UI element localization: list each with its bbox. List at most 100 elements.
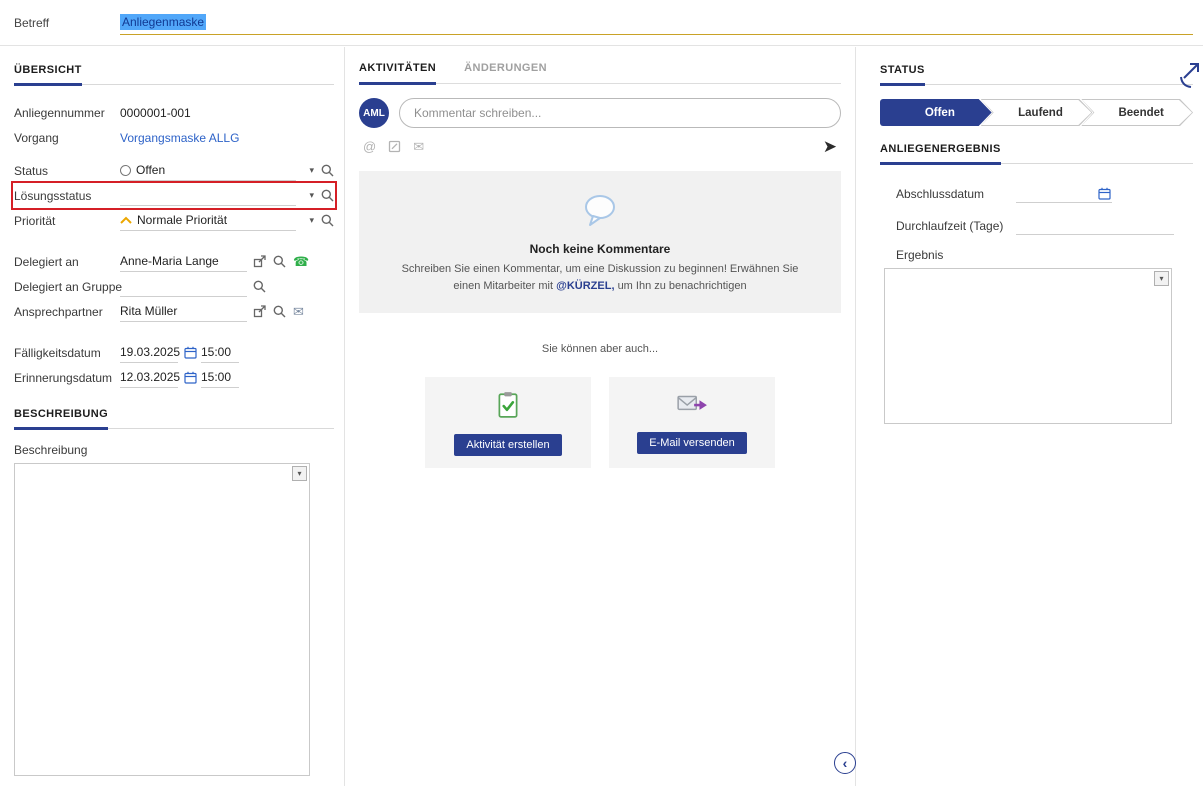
- open-record-icon[interactable]: [253, 255, 266, 268]
- search-icon[interactable]: [321, 164, 334, 177]
- chevron-down-icon[interactable]: ▾: [309, 166, 314, 175]
- delegiert-an-gruppe-controls: [253, 280, 266, 293]
- status-field[interactable]: Offen: [120, 160, 296, 181]
- anliegennummer-label: Anliegennummer: [14, 106, 120, 120]
- vorgang-label: Vorgang: [14, 131, 120, 145]
- mention-kuerzel: @KÜRZEL,: [556, 280, 614, 292]
- vorgang-link[interactable]: Vorgangsmaske ALLG: [120, 127, 239, 148]
- field-row-delegiert-an: Delegiert an Anne-Maria Lange ☎: [14, 250, 334, 273]
- search-icon[interactable]: [253, 280, 266, 293]
- dropdown-button[interactable]: ▾: [292, 466, 307, 481]
- phone-icon[interactable]: ☎: [293, 255, 309, 268]
- open-record-icon[interactable]: [253, 305, 266, 318]
- faelligkeitsdatum-calendar: [184, 346, 197, 359]
- overview-title: ÜBERSICHT: [14, 65, 82, 86]
- erinnerungsdatum-time[interactable]: 15:00: [201, 367, 239, 388]
- field-row-erinnerungsdatum: Erinnerungsdatum 12.03.2025 15:00: [14, 366, 334, 389]
- avatar: AML: [359, 98, 389, 128]
- search-icon[interactable]: [321, 214, 334, 227]
- field-row-prioritaet: Priorität Normale Priorität ▾: [14, 209, 334, 232]
- field-row-abschlussdatum: Abschlussdatum: [896, 184, 1193, 203]
- erinnerungsdatum-date[interactable]: 12.03.2025: [120, 367, 178, 388]
- tab-aenderungen[interactable]: ÄNDERUNGEN: [464, 63, 547, 83]
- send-email-card: E-Mail versenden: [609, 377, 775, 468]
- delegiert-an-gruppe-label: Delegiert an Gruppe: [14, 280, 120, 294]
- calendar-icon[interactable]: [184, 346, 197, 359]
- no-comments-text: Schreiben Sie einen Kommentar, um eine D…: [389, 261, 811, 295]
- status-label: Status: [14, 164, 120, 178]
- also-text: Sie können aber auch...: [359, 343, 841, 355]
- chevron-down-icon[interactable]: ▾: [309, 216, 314, 225]
- loesungsstatus-controls: ▾: [309, 189, 334, 202]
- subject-label: Betreff: [14, 16, 120, 30]
- overview-panel: ÜBERSICHT Anliegennummer 0000001-001 Vor…: [14, 47, 334, 786]
- search-icon[interactable]: [273, 305, 286, 318]
- comment-composer: AML: [359, 98, 841, 128]
- faelligkeitsdatum-label: Fälligkeitsdatum: [14, 346, 120, 360]
- field-row-ansprechpartner: Ansprechpartner Rita Müller ✉: [14, 300, 334, 323]
- result-fields: Abschlussdatum Durchlaufzeit (Tage): [880, 184, 1193, 235]
- prioritaet-field[interactable]: Normale Priorität: [120, 210, 296, 231]
- status-header: STATUS: [880, 63, 1193, 85]
- description-textarea[interactable]: ▾: [14, 463, 310, 776]
- no-comments-text-after: um Ihn zu benachrichtigen: [618, 280, 747, 292]
- delegiert-an-gruppe-field[interactable]: [120, 276, 247, 297]
- description-header: BESCHREIBUNG: [14, 407, 334, 429]
- mention-icon[interactable]: @: [363, 139, 376, 154]
- faelligkeitsdatum-time[interactable]: 15:00: [201, 342, 239, 363]
- status-value: Offen: [136, 163, 165, 177]
- tab-aktivitaeten[interactable]: AKTIVITÄTEN: [359, 63, 436, 85]
- delegiert-an-field[interactable]: Anne-Maria Lange: [120, 251, 247, 272]
- chevron-down-icon[interactable]: ▾: [309, 191, 314, 200]
- calendar-icon[interactable]: [184, 371, 197, 384]
- delegiert-an-label: Delegiert an: [14, 255, 120, 269]
- search-icon[interactable]: [273, 255, 286, 268]
- create-activity-button[interactable]: Aktivität erstellen: [454, 434, 561, 456]
- dropdown-button[interactable]: ▾: [1154, 271, 1169, 286]
- step-label: Laufend: [981, 99, 1093, 126]
- prioritaet-label: Priorität: [14, 214, 120, 228]
- activities-tabs: AKTIVITÄTEN ÄNDERUNGEN: [359, 63, 841, 84]
- status-step-laufend[interactable]: Laufend: [981, 99, 1093, 126]
- step-label: Beendet: [1081, 99, 1193, 126]
- subject-input[interactable]: Anliegenmaske: [120, 11, 1193, 35]
- overview-header: ÜBERSICHT: [14, 63, 334, 85]
- faelligkeitsdatum-date[interactable]: 19.03.2025: [120, 342, 178, 363]
- result-title: ANLIEGENERGEBNIS: [880, 144, 1001, 165]
- comment-input[interactable]: [399, 98, 841, 128]
- send-email-button[interactable]: E-Mail versenden: [637, 432, 747, 454]
- ansprechpartner-value: Rita Müller: [120, 304, 177, 318]
- collapse-panel-button[interactable]: ‹: [834, 752, 856, 774]
- send-icon[interactable]: ➤: [823, 138, 837, 155]
- anliegennummer-value: 0000001-001: [120, 102, 191, 123]
- mail-icon[interactable]: ✉: [413, 139, 424, 155]
- expand-corner-icon[interactable]: [1179, 59, 1203, 89]
- status-controls: ▾: [309, 164, 334, 177]
- status-step-offen[interactable]: Offen: [880, 99, 992, 126]
- no-comments-panel: Noch keine Kommentare Schreiben Sie eine…: [359, 171, 841, 313]
- durchlaufzeit-field[interactable]: [1016, 216, 1174, 235]
- calendar-icon[interactable]: [1098, 187, 1111, 200]
- ansprechpartner-label: Ansprechpartner: [14, 305, 120, 319]
- abschlussdatum-field[interactable]: [1016, 184, 1112, 203]
- task-check-icon: [495, 391, 521, 419]
- loesungsstatus-label: Lösungsstatus: [14, 189, 120, 203]
- ansprechpartner-field[interactable]: Rita Müller: [120, 301, 247, 322]
- subject-value: Anliegenmaske: [120, 14, 206, 30]
- priority-normal-icon: [120, 216, 132, 224]
- quick-action-cards: Aktivität erstellen E-Mail versenden: [359, 377, 841, 468]
- loesungsstatus-field[interactable]: [120, 185, 296, 206]
- status-step-beendet[interactable]: Beendet: [1081, 99, 1193, 126]
- erinnerungsdatum-calendar: [184, 371, 197, 384]
- ergebnis-textarea[interactable]: ▾: [884, 268, 1172, 424]
- status-panel: STATUS Offen Laufend Beendet ANLIEGENERG…: [868, 47, 1203, 786]
- field-row-faelligkeitsdatum: Fälligkeitsdatum 19.03.2025 15:00: [14, 341, 334, 364]
- note-icon[interactable]: [388, 140, 401, 153]
- erinnerungsdatum-label: Erinnerungsdatum: [14, 371, 120, 385]
- search-icon[interactable]: [321, 189, 334, 202]
- prioritaet-value: Normale Priorität: [137, 213, 227, 227]
- speech-bubble-icon: [581, 193, 619, 227]
- email-icon[interactable]: ✉: [293, 305, 304, 318]
- field-row-delegiert-an-gruppe: Delegiert an Gruppe: [14, 275, 334, 298]
- status-steps: Offen Laufend Beendet: [880, 99, 1193, 126]
